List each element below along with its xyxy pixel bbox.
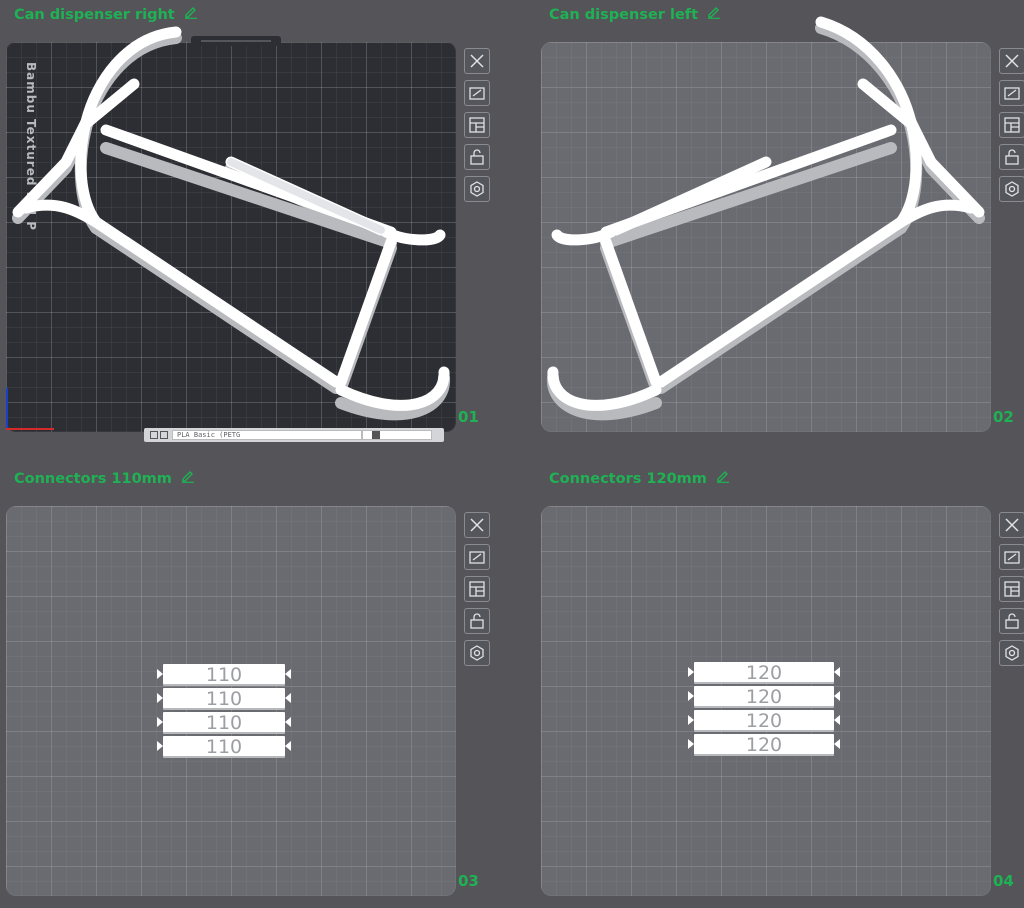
auto-orient-icon[interactable] <box>464 80 490 106</box>
build-plate[interactable]: 110 110 110 110 <box>6 506 456 896</box>
settings-icon[interactable] <box>464 640 490 666</box>
close-icon[interactable] <box>999 512 1024 538</box>
plate-title-text: Connectors 110mm <box>14 471 172 487</box>
connector-strip[interactable]: 120 <box>688 734 840 756</box>
settings-icon[interactable] <box>999 176 1024 202</box>
plate-01: Can dispenser right Bambu Textured PEI P… <box>6 4 496 444</box>
arrange-icon[interactable] <box>464 112 490 138</box>
plate-title[interactable]: Connectors 110mm <box>14 466 195 492</box>
close-icon[interactable] <box>464 48 490 74</box>
connector-strip[interactable]: 120 <box>688 686 840 708</box>
axis-y-indicator <box>6 388 8 428</box>
lock-icon[interactable] <box>999 608 1024 634</box>
connector-label: 120 <box>745 710 783 732</box>
build-plate[interactable]: Bambu Textured PEI P PLA Basic (PETG <box>6 26 456 442</box>
edit-icon[interactable] <box>707 2 721 28</box>
auto-orient-icon[interactable] <box>999 80 1024 106</box>
arrange-icon[interactable] <box>999 112 1024 138</box>
edit-icon[interactable] <box>716 466 730 492</box>
settings-icon[interactable] <box>999 640 1024 666</box>
filament-slot: PLA Basic (PETG <box>172 430 362 440</box>
connector-strip[interactable]: 120 <box>688 710 840 732</box>
build-plate[interactable] <box>541 16 991 432</box>
model-can-dispenser-right[interactable] <box>6 26 456 432</box>
plate-number: 02 <box>993 408 1014 426</box>
connector-label: 120 <box>745 686 783 708</box>
plate-title-text: Can dispenser right <box>14 7 175 23</box>
connector-strip[interactable]: 110 <box>157 664 291 686</box>
plate-title[interactable]: Can dispenser left <box>549 2 721 28</box>
plate-03: Connectors 110mm 110 110 110 110 03 <box>6 468 496 908</box>
lock-icon[interactable] <box>464 608 490 634</box>
model-connectors-120[interactable]: 120 120 120 120 <box>688 662 840 758</box>
plate-toolbar <box>464 512 492 672</box>
plate-title-text: Can dispenser left <box>549 7 699 23</box>
model-connectors-110[interactable]: 110 110 110 110 <box>157 664 291 760</box>
edit-icon[interactable] <box>181 466 195 492</box>
close-icon[interactable] <box>999 48 1024 74</box>
model-can-dispenser-left[interactable] <box>541 16 991 432</box>
connector-label: 110 <box>205 688 243 710</box>
axis-x-indicator <box>6 428 54 430</box>
plate-number: 03 <box>458 872 479 890</box>
arrange-icon[interactable] <box>464 576 490 602</box>
plate-toolbar <box>999 48 1024 208</box>
plate-04: Connectors 120mm 120 120 120 120 04 <box>541 468 1024 908</box>
plate-info-bar: PLA Basic (PETG <box>144 428 444 442</box>
connector-label: 110 <box>205 712 243 734</box>
connector-strip[interactable]: 110 <box>157 688 291 710</box>
plate-title-text: Connectors 120mm <box>549 471 707 487</box>
plate-toolbar <box>464 48 492 208</box>
plate-handle <box>191 36 281 46</box>
connector-label: 120 <box>745 734 783 756</box>
connector-strip[interactable]: 120 <box>688 662 840 684</box>
auto-orient-icon[interactable] <box>999 544 1024 570</box>
settings-icon[interactable] <box>464 176 490 202</box>
connector-strip[interactable]: 110 <box>157 736 291 758</box>
connector-strip[interactable]: 110 <box>157 712 291 734</box>
filament-icon <box>160 431 168 439</box>
lock-icon[interactable] <box>464 144 490 170</box>
plate-02: Can dispenser left 02 <box>541 4 1024 444</box>
close-icon[interactable] <box>464 512 490 538</box>
edit-icon[interactable] <box>184 2 198 28</box>
plate-type-icon <box>150 431 158 439</box>
plate-title[interactable]: Can dispenser right <box>14 2 198 28</box>
connector-label: 120 <box>745 662 783 684</box>
trash-icon[interactable] <box>372 431 380 439</box>
connector-label: 110 <box>205 736 243 758</box>
plate-toolbar <box>999 512 1024 672</box>
plate-number: 04 <box>993 872 1014 890</box>
auto-orient-icon[interactable] <box>464 544 490 570</box>
connector-label: 110 <box>205 664 243 686</box>
plate-title[interactable]: Connectors 120mm <box>549 466 730 492</box>
plate-number: 01 <box>458 408 479 426</box>
lock-icon[interactable] <box>999 144 1024 170</box>
build-plate[interactable]: 120 120 120 120 <box>541 506 991 896</box>
arrange-icon[interactable] <box>999 576 1024 602</box>
plate-brand-label: Bambu Textured PEI P <box>24 62 38 232</box>
